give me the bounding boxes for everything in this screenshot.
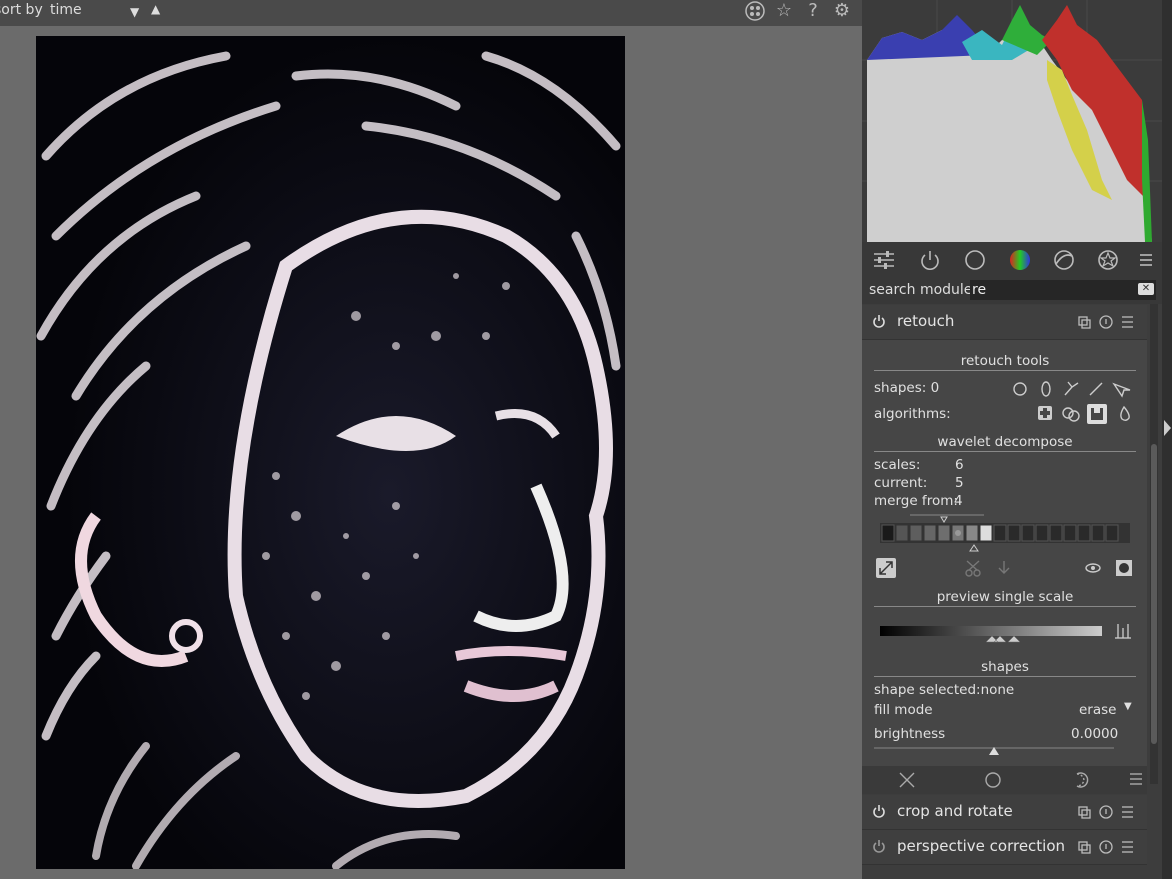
- fill-mode-label: fill mode: [874, 702, 933, 718]
- search-module-bar: search module ✕: [862, 278, 1162, 304]
- shape-selected-label: shape selected:none: [874, 682, 1015, 698]
- photo-image: [36, 36, 625, 869]
- brightness-slider[interactable]: [874, 742, 1136, 758]
- module-actions: [1077, 839, 1139, 855]
- module-actions: [1077, 804, 1139, 820]
- sort-order-icon[interactable]: ▲: [151, 2, 160, 16]
- scales-label: scales:: [874, 457, 921, 473]
- merge-value: 4: [954, 493, 963, 509]
- clear-icon[interactable]: ✕: [1138, 283, 1154, 295]
- section-preview-single-scale: preview single scale: [874, 588, 1136, 607]
- search-label: search module: [869, 282, 973, 298]
- color-icon[interactable]: [1008, 248, 1032, 272]
- current-label: current:: [874, 475, 928, 491]
- effect-icon[interactable]: [1096, 248, 1120, 272]
- module-title: perspective correction: [897, 837, 1066, 855]
- chevron-down-icon[interactable]: ▼: [130, 5, 139, 19]
- panel-scrollbar[interactable]: [1150, 304, 1158, 784]
- star-icon[interactable]: ☆: [773, 0, 795, 22]
- scrollbar-thumb[interactable]: [1151, 444, 1157, 744]
- chevron-down-icon[interactable]: ▼: [1124, 701, 1132, 712]
- section-shapes: shapes: [874, 658, 1136, 677]
- sort-label: sort by: [0, 2, 43, 18]
- shape-tools[interactable]: [1010, 380, 1138, 398]
- power-icon[interactable]: [918, 248, 942, 272]
- circle-icon[interactable]: [963, 248, 987, 272]
- power-icon[interactable]: [872, 314, 886, 328]
- help-icon[interactable]: ?: [802, 0, 824, 22]
- current-value: 5: [955, 475, 964, 491]
- algorithm-tools[interactable]: [1036, 404, 1136, 424]
- sort-select[interactable]: time: [50, 2, 82, 18]
- wavelet-scale-bar[interactable]: [874, 513, 1136, 553]
- image-workspace: [0, 26, 862, 879]
- retouch-module-header[interactable]: retouch: [862, 305, 1147, 340]
- power-icon[interactable]: [872, 804, 886, 818]
- wavelet-tools[interactable]: [874, 557, 1136, 581]
- fill-mode-select[interactable]: erase: [1079, 702, 1116, 718]
- gear-icon[interactable]: ⚙: [831, 0, 853, 22]
- brightness-label: brightness: [874, 726, 946, 742]
- scales-value: 6: [955, 457, 964, 473]
- search-input[interactable]: [970, 280, 1156, 300]
- module-actions: [1077, 314, 1139, 330]
- panel-edge: [1162, 0, 1172, 879]
- shapes-count: shapes: 0: [874, 380, 940, 396]
- grid-icon[interactable]: [744, 0, 766, 22]
- top-bar: sort by time ▼ ▲ ☆ ? ⚙: [0, 0, 862, 26]
- algorithms-label: algorithms:: [874, 406, 951, 422]
- section-wavelet: wavelet decompose: [874, 433, 1136, 452]
- right-panel: search module ✕ retouch retouch tools sh…: [862, 0, 1172, 879]
- correct-icon[interactable]: [1052, 248, 1076, 272]
- merge-label: merge from:: [874, 493, 958, 509]
- perspective-module-header[interactable]: perspective correction: [862, 830, 1147, 865]
- section-retouch-tools: retouch tools: [874, 352, 1136, 371]
- brightness-value: 0.0000: [1071, 726, 1119, 742]
- preview-levels-slider[interactable]: [874, 620, 1136, 646]
- module-title: crop and rotate: [897, 802, 1013, 820]
- crop-module-header[interactable]: crop and rotate: [862, 795, 1147, 830]
- module-group-bar: [862, 242, 1162, 278]
- power-icon[interactable]: [872, 839, 886, 853]
- blend-bar: [862, 766, 1147, 794]
- menu-icon[interactable]: [1134, 248, 1158, 272]
- sliders-icon[interactable]: [872, 248, 896, 272]
- module-title: retouch: [897, 312, 955, 330]
- retouch-module-body: retouch tools shapes: 0 algorithms: wave…: [862, 340, 1147, 766]
- histogram[interactable]: [862, 0, 1162, 242]
